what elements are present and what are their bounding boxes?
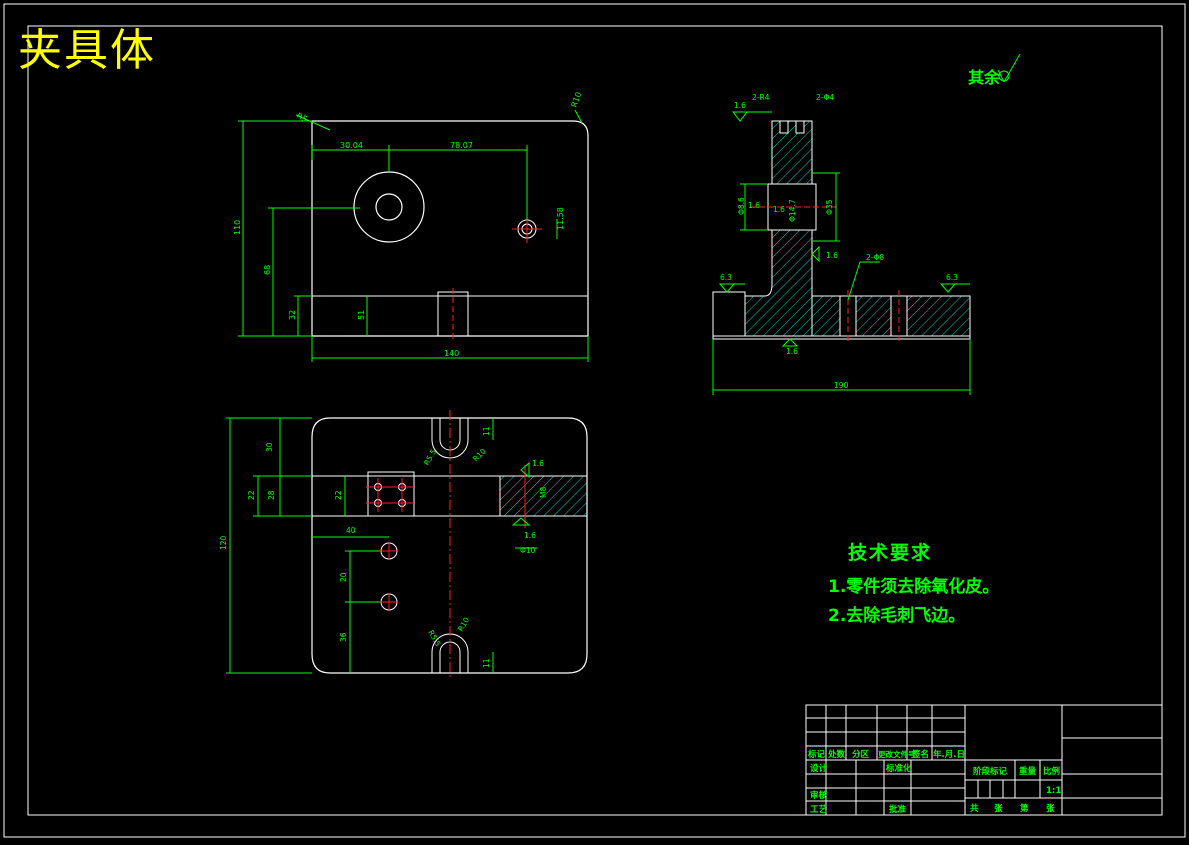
svg-text:R10: R10 [569, 91, 583, 109]
svg-text:Φ8.6: Φ8.6 [737, 197, 746, 215]
svg-text:1.6: 1.6 [773, 205, 785, 214]
svg-text:1.6: 1.6 [734, 101, 746, 110]
svg-text:R10: R10 [471, 446, 488, 463]
svg-text:120: 120 [219, 535, 228, 550]
svg-text:重量: 重量 [1019, 766, 1037, 777]
svg-text:6.3: 6.3 [720, 273, 732, 282]
svg-text:审核: 审核 [810, 790, 828, 801]
svg-text:M8: M8 [539, 487, 548, 498]
svg-text:110: 110 [233, 220, 242, 235]
svg-text:11: 11 [482, 658, 491, 668]
front-view: 110 68 32 51 30.04 78.07 140 11.58 R5 R1… [233, 91, 589, 362]
svg-text:11.58: 11.58 [556, 207, 565, 230]
inner-border [27, 25, 1163, 816]
svg-text:张: 张 [994, 804, 1003, 814]
svg-text:设计: 设计 [810, 763, 828, 774]
svg-text:张: 张 [1046, 804, 1055, 814]
svg-text:处数: 处数 [827, 749, 846, 760]
svg-text:比例: 比例 [1043, 766, 1061, 777]
svg-text:2-Φ4: 2-Φ4 [816, 93, 834, 102]
svg-text:阶段标记: 阶段标记 [973, 766, 1008, 777]
svg-text:6.3: 6.3 [946, 273, 958, 282]
svg-text:共: 共 [970, 803, 979, 814]
tech-requirement-item: 2.去除毛刺飞边。 [828, 606, 966, 626]
svg-text:1.6: 1.6 [786, 347, 798, 356]
svg-text:190: 190 [834, 381, 849, 390]
svg-text:1:1: 1:1 [1046, 786, 1061, 796]
svg-text:R10: R10 [456, 616, 471, 633]
svg-text:36: 36 [339, 632, 348, 642]
svg-text:51: 51 [357, 310, 366, 320]
title-block [805, 704, 1163, 816]
drawing-canvas: 110 68 32 51 30.04 78.07 140 11.58 R5 R1… [3, 3, 1186, 838]
title-block-text: 标记 处数 分区 更改文件号 签名 年.月.日 设计 标准化 审核 工艺 批准 … [807, 749, 1061, 815]
svg-text:1.6: 1.6 [532, 459, 544, 468]
svg-text:28: 28 [267, 490, 276, 500]
svg-text:1.6: 1.6 [748, 201, 760, 210]
svg-text:1.6: 1.6 [524, 531, 536, 540]
svg-text:11: 11 [482, 426, 491, 436]
svg-text:2-R4: 2-R4 [752, 93, 770, 102]
svg-text:32: 32 [288, 310, 297, 320]
svg-text:标准化: 标准化 [885, 763, 912, 774]
drawing-title: 夹具体 [18, 25, 156, 76]
svg-text:R5: R5 [295, 111, 309, 124]
svg-text:签名: 签名 [911, 749, 929, 760]
svg-text:30.04: 30.04 [340, 141, 363, 150]
svg-text:批准: 批准 [889, 804, 907, 815]
svg-text:年.月.日: 年.月.日 [933, 749, 965, 760]
svg-text:30: 30 [265, 442, 274, 452]
svg-text:22: 22 [247, 490, 256, 500]
svg-text:22: 22 [334, 490, 343, 500]
svg-text:第: 第 [1020, 803, 1029, 814]
svg-text:Φ14.7: Φ14.7 [788, 199, 797, 222]
svg-text:分区: 分区 [852, 749, 870, 760]
svg-text:工艺: 工艺 [810, 804, 828, 815]
outer-border [3, 3, 1186, 838]
roughness-symbol-icon [997, 53, 1021, 83]
svg-text:Φ10: Φ10 [520, 546, 536, 555]
svg-text:R5.5: R5.5 [426, 629, 442, 649]
tech-requirements-heading: 技术要求 [848, 542, 933, 564]
svg-text:标记: 标记 [807, 749, 826, 760]
svg-text:78.07: 78.07 [450, 141, 473, 150]
svg-text:Φ35: Φ35 [825, 199, 834, 215]
svg-text:20: 20 [339, 572, 348, 582]
plan-view: 30 22 28 22 40 120 20 36 R10 R5.5 R10 R5… [219, 410, 588, 680]
svg-text:R5.5: R5.5 [422, 447, 438, 467]
svg-text:2-Φ8: 2-Φ8 [866, 253, 884, 262]
svg-text:1.6: 1.6 [826, 251, 838, 260]
surface-note: 其余 [968, 68, 1001, 87]
tech-requirement-item: 1.零件须去除氧化皮。 [828, 577, 1000, 597]
svg-text:68: 68 [263, 265, 272, 275]
svg-text:40: 40 [346, 526, 356, 535]
svg-text:更改文件号: 更改文件号 [878, 749, 916, 759]
svg-text:140: 140 [444, 349, 459, 358]
side-section-view: 1.6 2-R4 2-Φ4 1.6 1.6 Φ8.6 Φ14.7 Φ35 1.6… [712, 93, 971, 395]
